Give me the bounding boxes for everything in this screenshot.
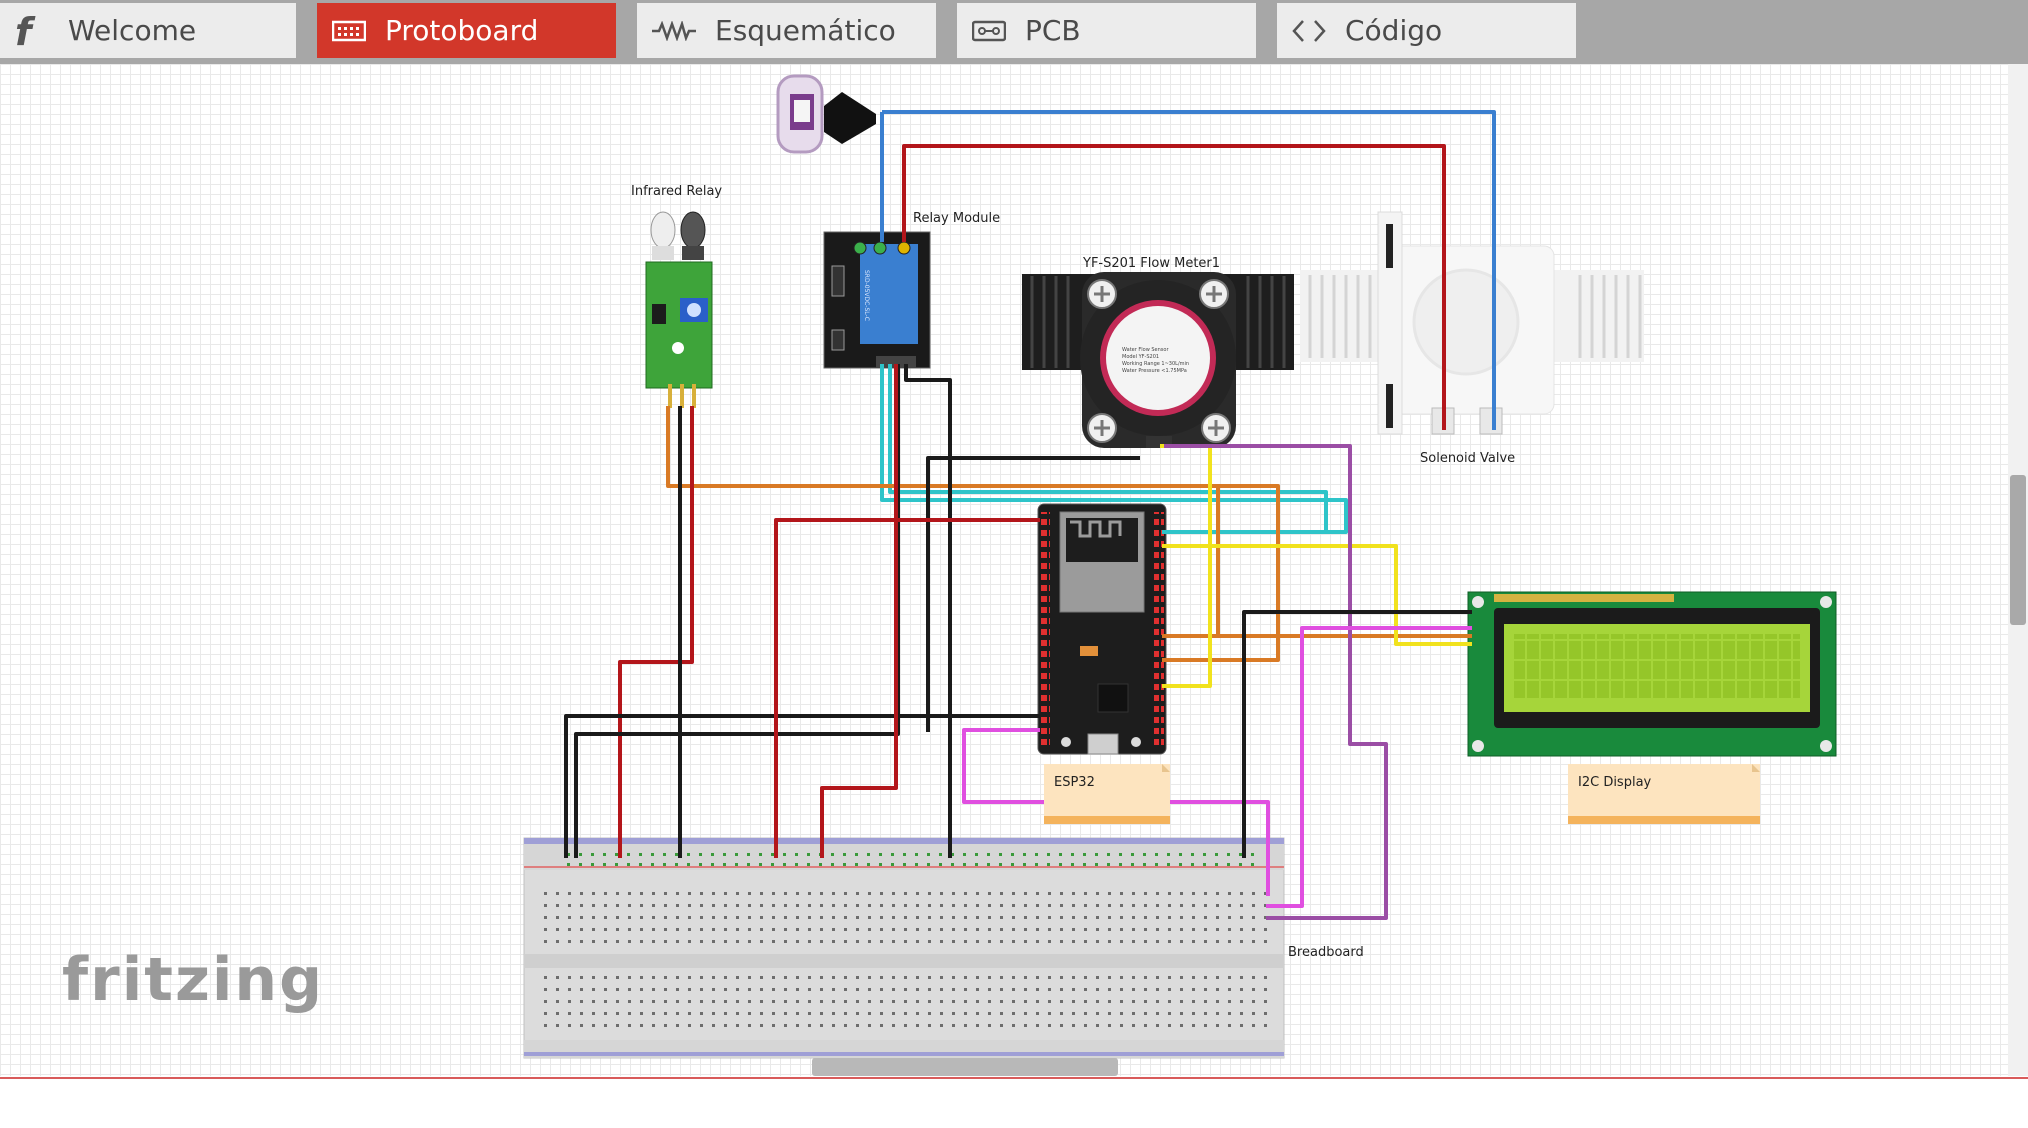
svg-text:Model YF-S201: Model YF-S201 <box>1122 354 1159 360</box>
note-i2c-display-text: I2C Display <box>1578 775 1652 790</box>
label-breadboard: Breadboard <box>1288 945 1364 960</box>
relay-module[interactable]: SRD-05VDC-SL-C <box>823 231 931 369</box>
tab-codigo[interactable]: Código <box>1277 3 1576 58</box>
vertical-scrollbar-thumb[interactable] <box>2010 475 2026 625</box>
tab-label: Código <box>1345 14 1443 47</box>
label-flow-meter: YF-S201 Flow Meter1 <box>1082 256 1220 271</box>
tab-label: Welcome <box>68 14 197 47</box>
label-solenoid-valve: Solenoid Valve <box>1420 451 1515 466</box>
svg-text:SRD-05VDC-SL-C: SRD-05VDC-SL-C <box>863 270 870 321</box>
svg-text:f: f <box>15 11 36 51</box>
infrared-relay[interactable] <box>645 211 713 408</box>
schematic-icon <box>651 13 697 49</box>
note-esp32-text: ESP32 <box>1054 775 1095 790</box>
note-i2c-display[interactable]: I2C Display <box>1568 764 1760 824</box>
svg-text:Working Range 1~30L/min: Working Range 1~30L/min <box>1122 361 1189 367</box>
breadboard-icon <box>331 13 367 49</box>
tab-label: Protoboard <box>385 14 539 47</box>
fritzing-f-icon: f <box>8 11 44 51</box>
pcb-icon <box>971 13 1007 49</box>
tab-esquematico[interactable]: Esquemático <box>637 3 936 58</box>
horizontal-scrollbar-thumb[interactable] <box>812 1058 1118 1076</box>
label-relay-module: Relay Module <box>913 211 1000 226</box>
tab-label: PCB <box>1025 14 1081 47</box>
solenoid-valve[interactable] <box>1300 211 1644 435</box>
i2c-display[interactable] <box>1467 591 1837 757</box>
code-icon <box>1291 13 1327 49</box>
tab-label: Esquemático <box>715 14 896 47</box>
tab-welcome[interactable]: f Welcome <box>0 3 296 58</box>
fritzing-logo: fritzing <box>62 945 324 1015</box>
esp32-board[interactable] <box>1037 503 1167 755</box>
tab-protoboard[interactable]: Protoboard <box>317 3 616 58</box>
breadboard-canvas[interactable]: Water Flow Sensor Model YF-S201 Working … <box>0 64 2008 1076</box>
tab-pcb[interactable]: PCB <box>957 3 1256 58</box>
svg-text:Water Flow Sensor: Water Flow Sensor <box>1122 347 1169 353</box>
power-plug[interactable] <box>776 74 876 154</box>
flow-meter[interactable]: Water Flow Sensor Model YF-S201 Working … <box>1022 272 1294 448</box>
svg-text:Water Pressure <1.75MPa: Water Pressure <1.75MPa <box>1122 368 1187 374</box>
status-area <box>0 1079 2028 1128</box>
note-esp32[interactable]: ESP32 <box>1044 764 1170 824</box>
tab-bar: f Welcome Protoboard Esquemático PCB Cód… <box>0 0 2028 64</box>
label-infrared-relay: Infrared Relay <box>631 184 722 199</box>
breadboard[interactable] <box>523 837 1285 1059</box>
